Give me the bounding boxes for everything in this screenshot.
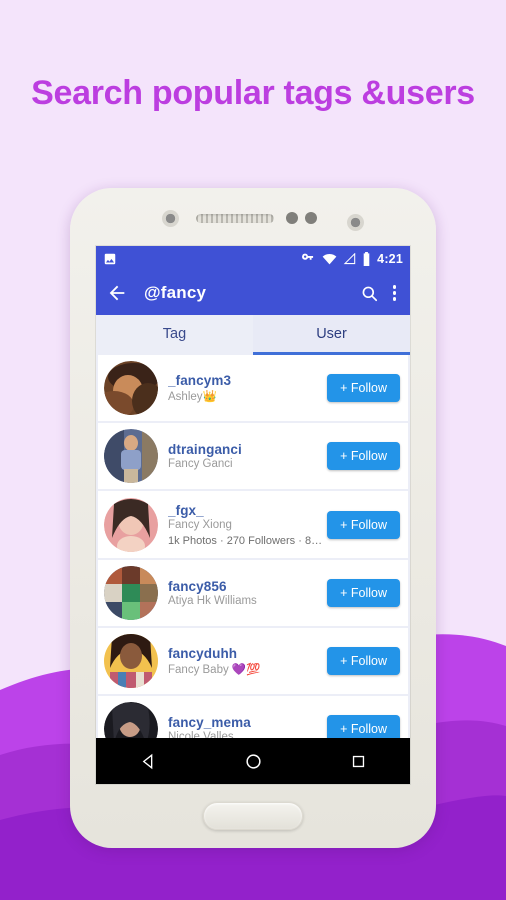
username: dtrainganci: [168, 442, 242, 457]
follow-button[interactable]: + Follow: [327, 510, 400, 539]
phone-screen: 4:21 @fancy Tag User _fancym3 Ashley👑 + …: [96, 246, 410, 784]
list-item[interactable]: fancyduhh Fancy Baby 💜💯 + Follow: [96, 628, 410, 694]
battery-icon: [363, 251, 370, 266]
arrow-back-icon[interactable]: [106, 282, 128, 304]
username: fancyduhh: [168, 646, 238, 661]
search-icon[interactable]: [360, 284, 379, 303]
tab-bar: Tag User: [96, 315, 410, 355]
signal-icon: [343, 252, 356, 264]
fullname: Ashley👑: [168, 391, 217, 403]
list-item-info: fancyduhh Fancy Baby 💜💯: [158, 646, 327, 676]
avatar: [104, 429, 158, 483]
fullname: Fancy Ganci: [168, 458, 233, 470]
dot: [392, 297, 396, 301]
proximity-sensor-icon: [162, 210, 179, 227]
avatar: [104, 566, 158, 620]
list-item-info: _fgx_ Fancy Xiong 1k Photos · 270 Follow…: [158, 503, 327, 547]
front-camera-icon: [347, 214, 364, 231]
dot: [392, 291, 396, 295]
follow-button[interactable]: + Follow: [327, 579, 400, 607]
back-triangle-icon[interactable]: [139, 752, 158, 771]
list-item[interactable]: fancy856 Atiya Hk Williams + Follow: [96, 560, 410, 626]
follow-button[interactable]: + Follow: [327, 374, 400, 402]
more-vert-icon[interactable]: [392, 285, 396, 301]
list-item[interactable]: dtrainganci Fancy Ganci + Follow: [96, 423, 410, 489]
list-item-info: dtrainganci Fancy Ganci: [158, 442, 327, 470]
follow-button[interactable]: + Follow: [327, 647, 400, 675]
phone-top-bezel: [70, 188, 436, 246]
list-item-info: fancy856 Atiya Hk Williams: [158, 579, 327, 607]
page-title: Search popular tags &users: [31, 74, 475, 112]
android-nav-bar: [96, 738, 410, 784]
phone-mockup: 4:21 @fancy Tag User _fancym3 Ashley👑 + …: [70, 188, 436, 848]
username: fancy_mema: [168, 715, 251, 730]
tab-user[interactable]: User: [253, 315, 410, 355]
avatar: [104, 361, 158, 415]
earpiece-speaker: [196, 214, 274, 223]
app-bar-title: @fancy: [144, 283, 207, 302]
recents-square-icon[interactable]: [350, 753, 367, 770]
app-bar-actions: [360, 284, 401, 303]
sensor-dot-icon: [305, 212, 317, 224]
status-bar-right: 4:21: [301, 251, 403, 266]
list-item[interactable]: _fgx_ Fancy Xiong 1k Photos · 270 Follow…: [96, 491, 410, 558]
list-item-info: _fancym3 Ashley👑: [158, 373, 327, 403]
user-list: _fancym3 Ashley👑 + Follow dtrainganci Fa…: [96, 355, 410, 762]
status-bar-left: [103, 252, 117, 266]
status-bar-clock: 4:21: [377, 251, 403, 266]
wifi-icon: [322, 253, 337, 264]
home-circle-icon[interactable]: [244, 752, 263, 771]
avatar: [104, 497, 158, 552]
tab-tag-label: Tag: [162, 325, 187, 342]
sensor-dot-icon: [286, 212, 298, 224]
vpn-key-icon: [302, 253, 314, 260]
fullname: Fancy Baby 💜💯: [168, 664, 261, 676]
dot: [392, 285, 396, 289]
username: fancy856: [168, 579, 227, 594]
image-icon: [104, 253, 116, 264]
status-bar: 4:21: [96, 246, 410, 271]
user-stats: 1k Photos · 270 Followers · 80 Following: [168, 534, 327, 547]
username: _fgx_: [168, 502, 204, 518]
fullname: Atiya Hk Williams: [168, 595, 257, 607]
avatar: [104, 634, 158, 688]
follow-button[interactable]: + Follow: [327, 442, 400, 470]
tab-user-label: User: [316, 325, 347, 342]
list-item[interactable]: _fancym3 Ashley👑 + Follow: [96, 355, 410, 421]
home-hardware-button[interactable]: [203, 802, 303, 830]
fullname: Fancy Xiong: [168, 518, 232, 531]
username: _fancym3: [168, 373, 232, 388]
tab-tag[interactable]: Tag: [96, 315, 253, 355]
app-bar: @fancy: [96, 271, 410, 315]
